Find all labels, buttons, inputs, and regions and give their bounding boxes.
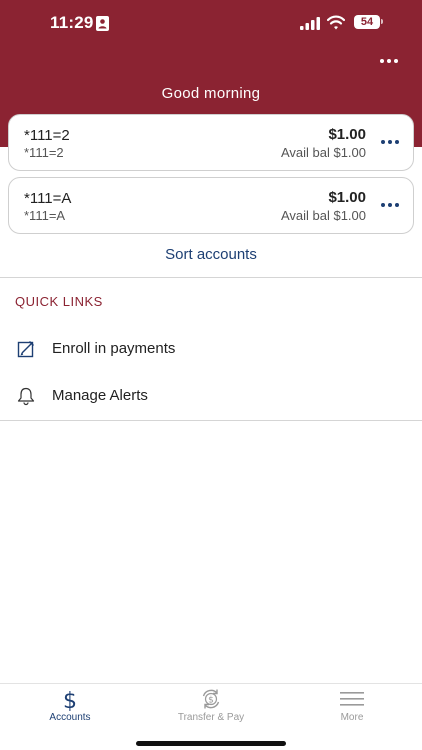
account-more-icon[interactable] xyxy=(379,201,401,209)
wifi-icon xyxy=(327,15,345,30)
tab-transfer-pay[interactable]: $ Transfer & Pay xyxy=(141,684,281,729)
quick-link-label: Manage Alerts xyxy=(52,387,148,404)
battery-indicator: 54 xyxy=(354,15,380,29)
more-options-icon[interactable] xyxy=(374,52,404,70)
account-more-icon[interactable] xyxy=(379,138,401,146)
tab-bar: $ Accounts $ Transfer & Pay More xyxy=(0,683,422,750)
edit-icon xyxy=(17,341,34,358)
tab-more[interactable]: More xyxy=(282,684,422,729)
sort-accounts-link[interactable]: Sort accounts xyxy=(0,246,422,263)
available-balance: Avail bal $1.00 xyxy=(280,208,366,223)
account-card[interactable]: *111=A *111=A $1.00 Avail bal $1.00 xyxy=(8,177,414,234)
tab-accounts[interactable]: $ Accounts xyxy=(0,684,140,729)
divider xyxy=(0,420,422,421)
account-balance: $1.00 xyxy=(328,189,366,206)
quick-link-enroll-payments[interactable]: Enroll in payments xyxy=(0,331,422,367)
account-number: *111=A xyxy=(24,208,66,223)
account-balance: $1.00 xyxy=(328,126,366,143)
svg-text:$: $ xyxy=(208,696,214,706)
divider xyxy=(0,277,422,278)
account-card[interactable]: *111=2 *111=2 $1.00 Avail bal $1.00 xyxy=(8,114,414,171)
home-indicator[interactable] xyxy=(136,741,286,746)
quick-link-manage-alerts[interactable]: Manage Alerts xyxy=(0,378,422,414)
available-balance: Avail bal $1.00 xyxy=(280,145,366,160)
tab-label: Transfer & Pay xyxy=(177,712,245,723)
status-bar: 11:29 54 xyxy=(0,0,422,46)
account-number: *111=2 xyxy=(24,145,64,160)
transfer-icon: $ xyxy=(202,689,220,709)
menu-icon xyxy=(340,692,364,706)
account-name: *111=A xyxy=(24,190,72,207)
battery-tip xyxy=(381,19,383,24)
account-name: *111=2 xyxy=(24,127,70,144)
contact-card-icon xyxy=(96,16,109,31)
status-time: 11:29 xyxy=(50,13,94,32)
tab-label: Accounts xyxy=(49,712,91,723)
bell-icon xyxy=(17,387,35,406)
dollar-icon: $ xyxy=(63,689,77,711)
greeting: Good morning xyxy=(161,85,261,102)
svg-text:$: $ xyxy=(63,689,77,711)
signal-icon xyxy=(300,17,320,30)
quick-links-title: QUICK LINKS xyxy=(15,294,103,309)
quick-link-label: Enroll in payments xyxy=(52,340,176,357)
tab-label: More xyxy=(340,712,364,723)
